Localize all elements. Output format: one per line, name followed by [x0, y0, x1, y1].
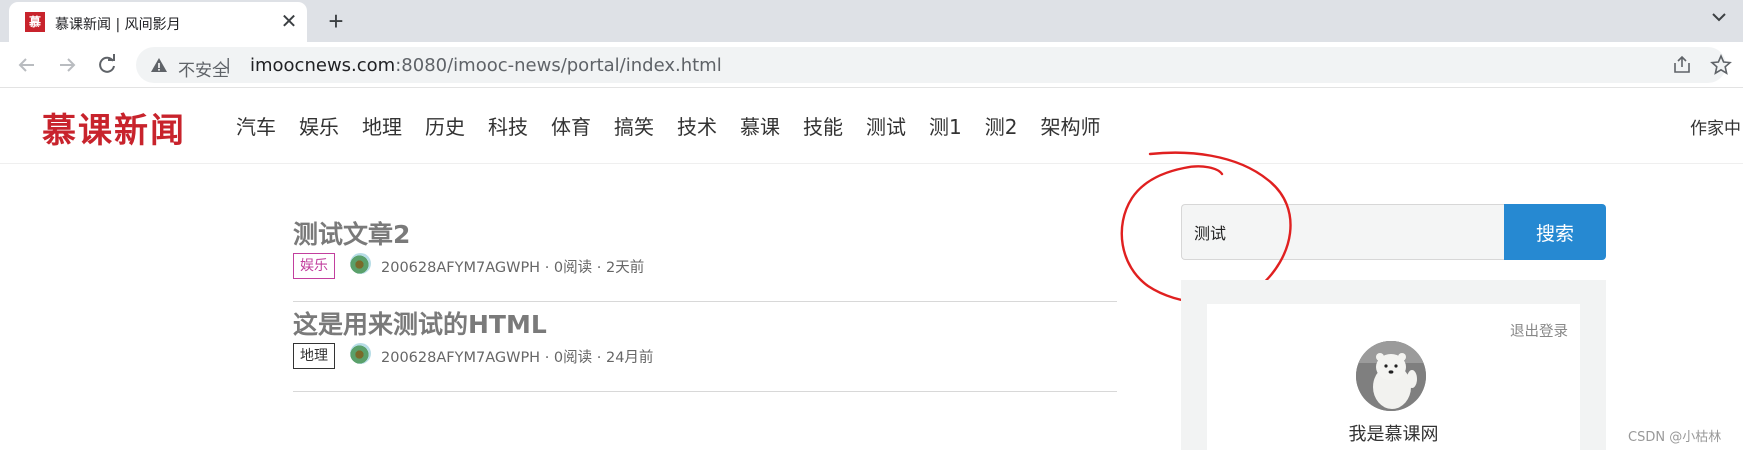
article-category-tag[interactable]: 地理: [293, 343, 335, 369]
user-avatar[interactable]: [1356, 341, 1426, 411]
nav-item-sports[interactable]: 体育: [551, 111, 591, 140]
nav-item-entertainment[interactable]: 娱乐: [299, 111, 339, 140]
nav-item-geography[interactable]: 地理: [362, 111, 402, 140]
profile-card: 退出登录 我是慕课网: [1207, 304, 1580, 450]
address-bar[interactable]: 不安全 | imoocnews.com:8080/imooc-news/port…: [136, 47, 1732, 83]
nav-item-test2[interactable]: 测2: [985, 111, 1018, 140]
browser-tab-strip: 慕 慕课新闻 | 风间影月 ✕ +: [0, 0, 1743, 42]
share-icon[interactable]: [1672, 55, 1692, 75]
security-label[interactable]: 不安全: [178, 56, 229, 81]
back-arrow-icon[interactable]: [14, 52, 40, 78]
forward-arrow-icon[interactable]: [54, 52, 80, 78]
author-center-link[interactable]: 作家中: [1690, 114, 1741, 139]
user-name: 我是慕课网: [1348, 424, 1439, 445]
author-avatar[interactable]: [350, 343, 371, 364]
url-text[interactable]: imoocnews.com:8080/imooc-news/portal/ind…: [250, 55, 722, 76]
url-path: :8080/imooc-news/portal/index.html: [395, 55, 722, 76]
nav-item-history[interactable]: 历史: [425, 111, 465, 140]
watermark-text: CSDN @小枯林: [1628, 430, 1722, 445]
nav-item-car[interactable]: 汽车: [236, 111, 276, 140]
site-header: 慕课新闻 汽车 娱乐 地理 历史 科技 体育 搞笑 技术 慕课 技能 测试 测1…: [0, 89, 1743, 164]
nav-item-science[interactable]: 科技: [488, 111, 528, 140]
article-title[interactable]: 测试文章2: [293, 215, 410, 251]
new-tab-button[interactable]: +: [322, 8, 350, 36]
nav-item-tech[interactable]: 技术: [677, 111, 717, 140]
article-meta: 200628AFYM7AGWPH · 0阅读 · 2天前: [381, 260, 645, 276]
search-input[interactable]: [1181, 204, 1504, 260]
nav-item-architect[interactable]: 架构师: [1040, 111, 1100, 140]
tab-search-chevron-icon[interactable]: [1705, 6, 1733, 34]
tab-title: 慕课新闻 | 风间影月: [55, 17, 181, 33]
article-meta: 200628AFYM7AGWPH · 0阅读 · 24月前: [381, 350, 654, 366]
nav-item-test[interactable]: 测试: [866, 111, 906, 140]
security-separator: |: [226, 55, 231, 74]
article-item: 这是用来测试的HTML 地理 200628AFYM7AGWPH · 0阅读 · …: [293, 302, 1117, 392]
article-title[interactable]: 这是用来测试的HTML: [293, 305, 547, 341]
reload-icon[interactable]: [94, 52, 120, 78]
article-category-tag[interactable]: 娱乐: [293, 253, 335, 279]
article-item: 测试文章2 娱乐 200628AFYM7AGWPH · 0阅读 · 2天前: [293, 212, 1117, 302]
nav-item-funny[interactable]: 搞笑: [614, 111, 654, 140]
tab-close-icon[interactable]: ✕: [278, 11, 300, 33]
nav-item-test1[interactable]: 测1: [929, 111, 962, 140]
browser-tab-active[interactable]: 慕 慕课新闻 | 风间影月 ✕: [9, 2, 307, 42]
browser-toolbar: 不安全 | imoocnews.com:8080/imooc-news/port…: [0, 42, 1743, 88]
site-logo[interactable]: 慕课新闻: [42, 103, 186, 152]
search-button[interactable]: 搜索: [1504, 204, 1606, 260]
nav-item-skills[interactable]: 技能: [803, 111, 843, 140]
bookmark-star-icon[interactable]: [1710, 53, 1732, 76]
nav-item-imooc[interactable]: 慕课: [740, 111, 780, 140]
profile-panel: 退出登录 我是慕课网: [1181, 280, 1606, 450]
url-host: imoocnews.com: [250, 55, 396, 76]
warning-triangle-icon[interactable]: [150, 56, 168, 74]
tab-favicon-icon: 慕: [25, 12, 45, 32]
logout-link[interactable]: 退出登录: [1510, 320, 1568, 341]
category-nav: 汽车 娱乐 地理 历史 科技 体育 搞笑 技术 慕课 技能 测试 测1 测2 架…: [236, 111, 1100, 140]
author-avatar[interactable]: [350, 253, 371, 274]
